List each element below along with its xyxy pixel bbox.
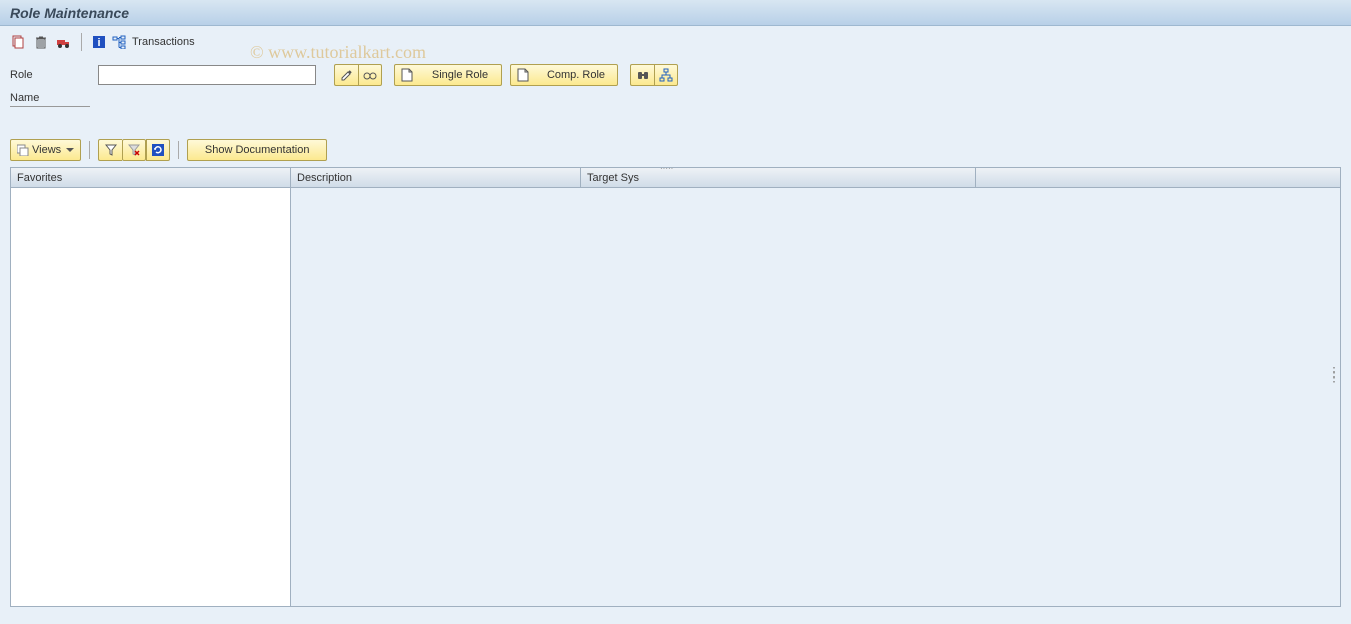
form-area: Role Single R [0, 58, 1351, 119]
filter-group [98, 139, 170, 161]
single-role-label: Single Role [425, 69, 495, 81]
hierarchy-icon [659, 68, 673, 82]
column-description[interactable]: Description [291, 168, 581, 187]
edit-display-group [334, 64, 382, 86]
binoculars-button[interactable] [630, 64, 654, 86]
svg-text:i: i [97, 37, 100, 49]
filter-button[interactable] [98, 139, 122, 161]
role-input[interactable] [98, 65, 316, 85]
refresh-icon [151, 143, 165, 157]
column-favorites[interactable]: Favorites [11, 168, 291, 187]
show-doc-label: Show Documentation [205, 144, 310, 156]
views-label: Views [32, 144, 61, 156]
favorites-table: Favorites Description Target Sys [10, 167, 1341, 607]
single-role-button[interactable]: Single Role [394, 64, 502, 86]
comp-role-button[interactable]: Comp. Role [510, 64, 618, 86]
role-label: Role [10, 69, 90, 81]
details-panel [291, 188, 1340, 606]
app-toolbar: i Transactions [0, 26, 1351, 58]
name-label: Name [10, 92, 90, 107]
resize-dots: ····· [660, 164, 673, 173]
title-bar: Role Maintenance [0, 0, 1351, 26]
grid-toolbar: Views Show Documentation [0, 135, 1351, 165]
name-row: Name [10, 92, 1341, 107]
resize-handle[interactable]: ⋮⋮ [1327, 370, 1341, 378]
page-title: Role Maintenance [10, 5, 129, 21]
binoculars-icon [636, 68, 650, 82]
document-icon [401, 68, 413, 82]
role-row: Role Single R [10, 64, 1341, 86]
search-group [630, 64, 678, 86]
display-button[interactable] [358, 64, 382, 86]
views-icon [17, 144, 29, 156]
delete-icon[interactable] [31, 32, 51, 52]
table-header: Favorites Description Target Sys [11, 168, 1340, 188]
pencil-icon [340, 68, 354, 82]
show-documentation-button[interactable]: Show Documentation [187, 139, 327, 161]
favorites-panel[interactable] [11, 188, 291, 606]
transactions-label: Transactions [132, 36, 195, 48]
edit-button[interactable] [334, 64, 358, 86]
chevron-down-icon [66, 148, 74, 152]
filter-icon [105, 144, 117, 156]
tree-icon[interactable]: Transactions [112, 32, 195, 52]
refresh-button[interactable] [146, 139, 170, 161]
document-icon [517, 68, 529, 82]
glasses-icon [363, 68, 377, 82]
views-button[interactable]: Views [10, 139, 81, 161]
separator [178, 141, 179, 159]
column-target-sys[interactable]: Target Sys [581, 168, 976, 187]
comp-role-label: Comp. Role [541, 69, 611, 81]
transport-icon[interactable] [54, 32, 74, 52]
tree-expand-button[interactable] [654, 64, 678, 86]
separator [89, 141, 90, 159]
filter-x-icon [128, 144, 140, 156]
copy-icon[interactable] [8, 32, 28, 52]
info-icon[interactable]: i [89, 32, 109, 52]
column-empty [976, 168, 1340, 187]
table-body [11, 188, 1340, 606]
separator [81, 33, 82, 51]
filter-delete-button[interactable] [122, 139, 146, 161]
